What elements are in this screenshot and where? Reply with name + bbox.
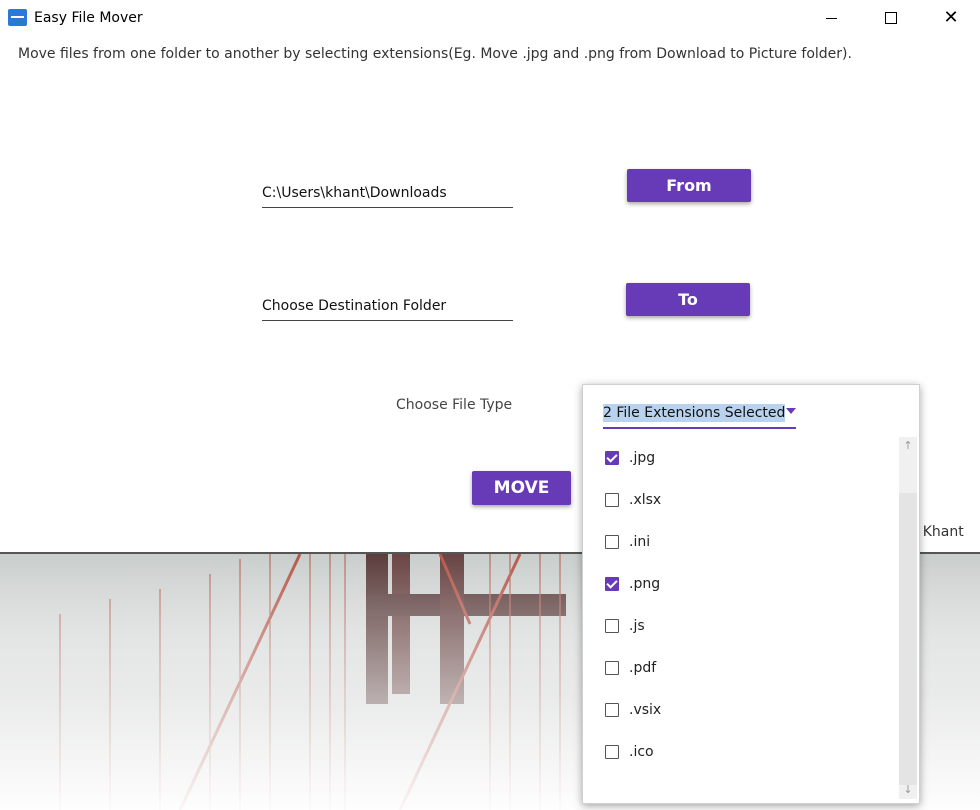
checkbox-checked-icon[interactable] [605,451,619,465]
checkbox-icon[interactable] [605,619,619,633]
option-xlsx[interactable]: .xlsx [605,489,661,511]
description-text: Move files from one folder to another by… [18,46,852,62]
option-label: .pdf [629,660,657,676]
file-type-dropdown[interactable]: 2 File Extensions Selected .jpg .xlsx .i… [582,384,920,804]
option-jpg[interactable]: .jpg [605,447,655,469]
checkbox-icon[interactable] [605,535,619,549]
chevron-down-icon[interactable] [786,408,796,414]
option-ini[interactable]: .ini [605,531,650,553]
option-js[interactable]: .js [605,615,645,637]
title-bar: Easy File Mover ✕ [0,0,980,36]
option-pdf[interactable]: .pdf [605,657,656,679]
close-icon: ✕ [943,7,959,28]
app-icon [8,9,27,26]
checkbox-icon[interactable] [605,493,619,507]
option-label: .xlsx [629,492,662,508]
option-label: .js [629,618,645,634]
destination-folder-field[interactable]: Choose Destination Folder [262,298,513,321]
option-vsix[interactable]: .vsix [605,699,661,721]
option-label: .ini [629,534,651,550]
option-label: .vsix [629,702,662,718]
dropdown-selected-text[interactable]: 2 File Extensions Selected [603,404,786,422]
minimize-icon [825,17,837,19]
to-button[interactable]: To [626,283,750,316]
option-label: .jpg [629,450,656,466]
scroll-down-icon[interactable]: ↓ [899,781,917,799]
file-type-label: Choose File Type [396,397,513,413]
option-label: .ico [629,744,654,760]
checkbox-icon[interactable] [605,661,619,675]
checkbox-icon[interactable] [605,745,619,759]
close-button[interactable]: ✕ [928,0,974,36]
source-folder-field[interactable]: C:\Users\khant\Downloads [262,185,513,208]
option-label: .png [629,576,661,592]
from-button[interactable]: From [627,169,751,202]
scroll-thumb[interactable] [899,493,917,785]
checkbox-checked-icon[interactable] [605,577,619,591]
option-png[interactable]: .png [605,573,660,595]
dropdown-scrollbar[interactable]: ↑ ↓ [899,437,917,799]
dropdown-underline [603,427,796,429]
checkbox-icon[interactable] [605,703,619,717]
maximize-button[interactable] [868,0,914,36]
window-title: Easy File Mover [34,10,143,26]
maximize-icon [885,12,897,24]
move-button[interactable]: MOVE [472,471,571,505]
option-ico[interactable]: .ico [605,741,654,763]
minimize-button[interactable] [808,0,854,36]
scroll-up-icon[interactable]: ↑ [899,437,917,455]
